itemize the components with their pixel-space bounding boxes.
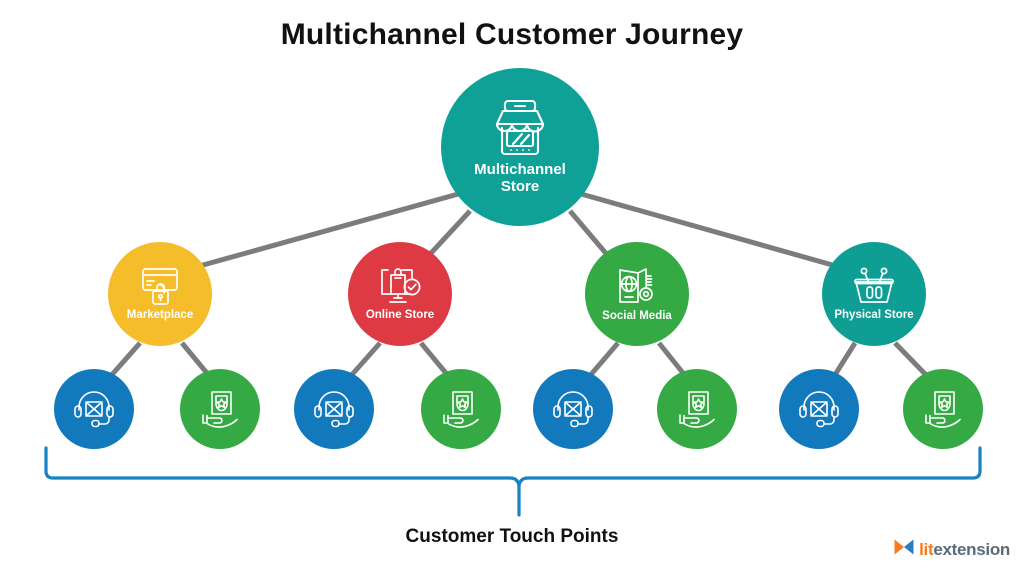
root-label-line1: Multichannel (474, 160, 566, 178)
monitor-bag-check-icon (378, 266, 422, 306)
node-physical-store[interactable]: Physical Store (822, 242, 926, 346)
credit-card-lock-icon (139, 266, 181, 306)
logo-text: litextension (919, 541, 1010, 558)
node-touchpoint-3[interactable] (294, 369, 374, 449)
storefront-icon (489, 99, 551, 157)
node-multichannel-store[interactable]: Multichannel Store (441, 68, 599, 226)
connector-social-media-tp5 (586, 341, 620, 380)
node-online-store-label: Online Store (365, 309, 435, 322)
litextension-logo[interactable]: litextension (893, 537, 1010, 562)
hand-shield-star-icon (675, 388, 719, 430)
node-touchpoint-2[interactable] (180, 369, 260, 449)
node-touchpoint-4[interactable] (421, 369, 501, 449)
node-multichannel-store-label: Multichannel Store (474, 160, 566, 196)
hand-shield-star-icon (439, 388, 483, 430)
page-title: Multichannel Customer Journey (280, 18, 744, 51)
node-touchpoint-7[interactable] (779, 369, 859, 449)
logo-text-primary: lit (919, 540, 934, 559)
customer-touch-points-label: Customer Touch Points (405, 526, 619, 547)
connector-root-physical-store (552, 183, 851, 273)
hand-shield-star-icon (921, 388, 965, 430)
node-touchpoint-1[interactable] (54, 369, 134, 449)
headset-support-icon (312, 388, 356, 430)
node-online-store[interactable]: Online Store (348, 242, 452, 346)
hand-shield-star-icon (198, 388, 242, 430)
node-touchpoint-6[interactable] (657, 369, 737, 449)
bowtie-logo-icon (893, 537, 915, 562)
node-social-media[interactable]: Social Media (585, 242, 689, 346)
node-touchpoint-5[interactable] (533, 369, 613, 449)
node-marketplace-label: Marketplace (126, 309, 194, 322)
headset-support-icon (797, 388, 841, 430)
node-social-media-label: Social Media (602, 310, 672, 323)
node-marketplace[interactable]: Marketplace (108, 242, 212, 346)
touchpoints-brace (44, 446, 982, 517)
diagram-canvas: Multichannel Customer Journey Multichann… (0, 0, 1024, 576)
headset-support-icon (72, 388, 116, 430)
connector-root-marketplace (177, 183, 488, 275)
headset-support-icon (551, 388, 595, 430)
root-label-line2: Store (500, 177, 540, 195)
connector-online-store-tp3 (347, 341, 382, 380)
passport-globe-key-icon (615, 265, 659, 307)
node-physical-store-label: Physical Store (834, 309, 914, 322)
connector-marketplace-tp1 (107, 341, 142, 380)
shopping-basket-icon (851, 266, 897, 306)
logo-text-secondary: extension (933, 540, 1010, 559)
node-touchpoint-8[interactable] (903, 369, 983, 449)
